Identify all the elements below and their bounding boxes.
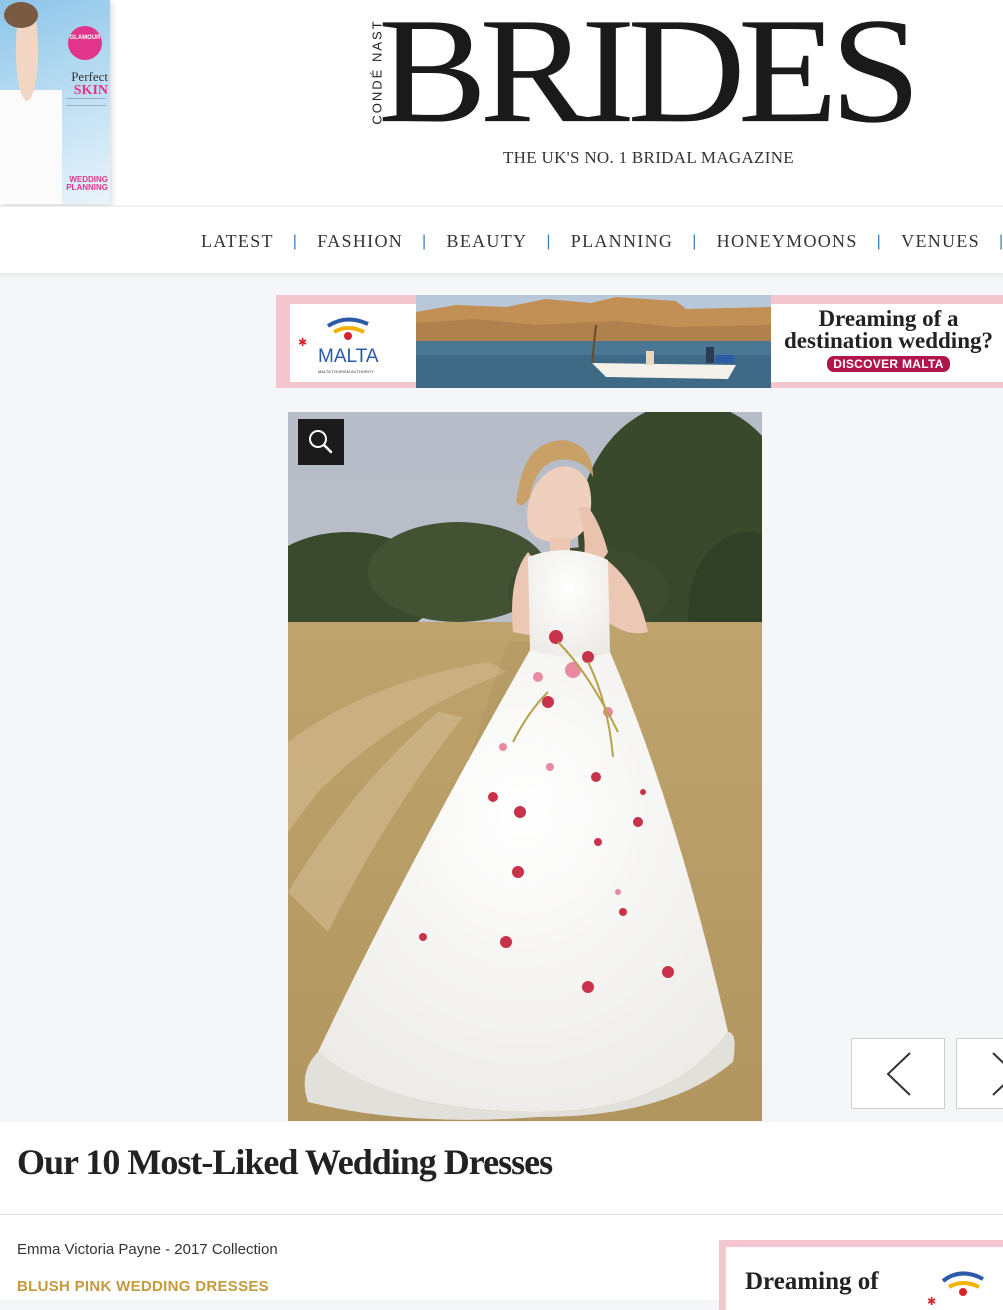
chevron-right-icon <box>992 1052 1003 1096</box>
site-header: GLAMOUR Perfect SKIN WEDDING PLANNING CO… <box>0 0 1003 205</box>
nav-separator: | <box>692 232 698 250</box>
ad-cta-button[interactable]: DISCOVER MALTA <box>827 356 950 372</box>
nav-honeymoons[interactable]: HONEYMOONS <box>717 231 858 252</box>
ad-text-block: Dreaming of a destination wedding? DISCO… <box>771 306 1003 373</box>
nav-separator: | <box>998 232 1003 250</box>
nav-fashion[interactable]: FASHION <box>317 231 403 252</box>
nav-planning[interactable]: PLANNING <box>571 231 673 252</box>
ad-brand: MALTA <box>318 346 379 367</box>
ad-content: ✱ MALTA MALTA TOURISM AUTHORITY Dreaming… <box>290 295 1003 388</box>
cover-line-perfect: Perfect <box>71 69 108 84</box>
nav-separator: | <box>876 232 883 250</box>
malta-logo: ✱ MALTA MALTA TOURISM AUTHORITY <box>290 304 402 382</box>
search-icon <box>309 430 333 454</box>
magazine-cover-image[interactable]: GLAMOUR Perfect SKIN WEDDING PLANNING <box>0 0 110 204</box>
nav-items: LATEST | FASHION | BEAUTY | PLANNING | H… <box>201 231 1003 252</box>
cover-line-skin: SKIN <box>73 83 108 98</box>
ad-brand-subtitle: MALTA TOURISM AUTHORITY <box>318 369 374 374</box>
cover-line-wedding-planning: WEDDING PLANNING <box>66 175 108 192</box>
chevron-left-icon <box>886 1052 911 1096</box>
gallery-next-button[interactable] <box>956 1038 1003 1109</box>
malta-ad-banner[interactable]: ✱ MALTA MALTA TOURISM AUTHORITY Dreaming… <box>276 295 1003 388</box>
category-tag-link[interactable]: BLUSH PINK WEDDING DRESSES <box>17 1278 269 1295</box>
ad-headline: Dreaming of a destination wedding? <box>784 306 993 353</box>
cover-badge: GLAMOUR <box>68 26 102 60</box>
svg-text:✱: ✱ <box>298 337 307 349</box>
nav-beauty[interactable]: BEAUTY <box>447 231 528 252</box>
sidebar-ad-headline: Dreaming of <box>745 1268 879 1295</box>
sidebar-ad-content: Dreaming of ✱ <box>726 1247 1003 1310</box>
zoom-button[interactable] <box>298 419 344 465</box>
site-tagline: THE UK'S NO. 1 BRIDAL MAGAZINE <box>503 148 794 167</box>
gallery-main-image[interactable] <box>288 412 762 1121</box>
malta-photo-art <box>416 295 771 388</box>
nav-separator: | <box>292 232 299 250</box>
cover-text-lines <box>66 98 106 106</box>
svg-text:✱: ✱ <box>927 1296 936 1308</box>
cover-model-figure <box>0 10 62 204</box>
wedding-dress-photo <box>288 412 762 1121</box>
gallery-prev-button[interactable] <box>851 1038 945 1109</box>
nav-venues[interactable]: VENUES <box>901 231 980 252</box>
nav-separator: | <box>422 232 428 250</box>
malta-logo-mark: ✱ MALTA MALTA TOURISM AUTHORITY <box>298 317 379 374</box>
cover-model-hair <box>4 2 38 28</box>
malta-logo-icon: ✱ <box>927 1271 984 1308</box>
image-caption: Emma Victoria Payne - 2017 Collection <box>17 1241 278 1258</box>
malta-coast-photo <box>416 295 771 388</box>
article-title: Our 10 Most-Liked Wedding Dresses <box>17 1142 553 1182</box>
nav-latest[interactable]: LATEST <box>201 231 274 252</box>
site-logo[interactable]: BRIDES <box>378 0 921 147</box>
nav-separator: | <box>546 232 552 250</box>
main-navigation: LATEST | FASHION | BEAUTY | PLANNING | H… <box>0 206 1003 273</box>
